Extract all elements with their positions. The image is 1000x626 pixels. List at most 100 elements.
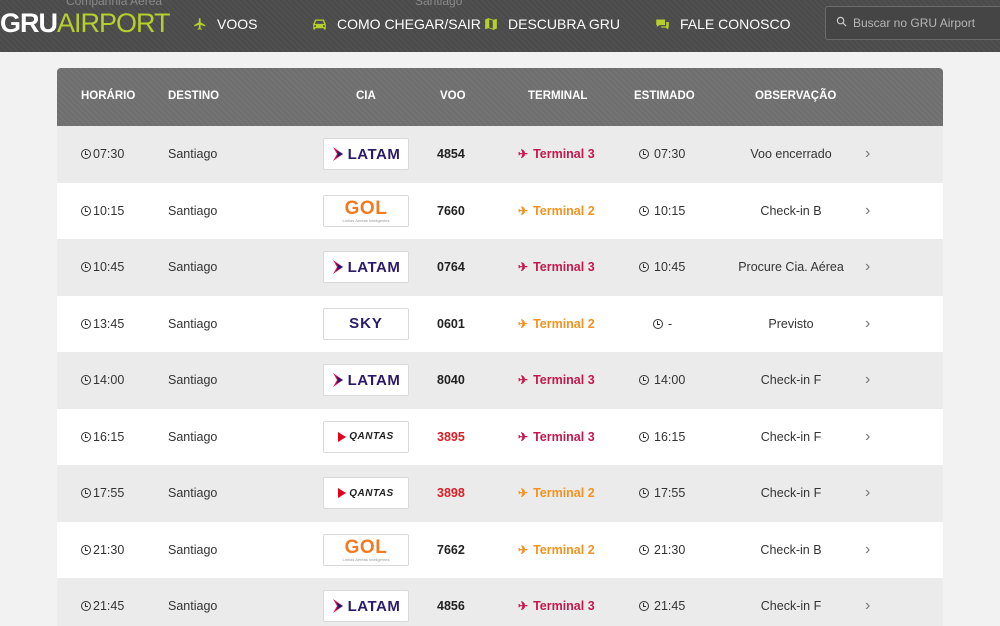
chevron-right-icon[interactable]: › bbox=[865, 484, 870, 502]
estimated-time: 16:15 bbox=[654, 429, 686, 444]
chevron-right-icon[interactable]: › bbox=[865, 315, 870, 333]
flight-number: 4856 bbox=[437, 599, 465, 614]
kangaroo-icon bbox=[338, 431, 347, 442]
estimated-time: 10:45 bbox=[654, 260, 686, 275]
terminal: Terminal 3 bbox=[533, 429, 595, 444]
observation: Previsto bbox=[768, 316, 814, 331]
airline-logo-qantas: QANTAS bbox=[323, 477, 409, 510]
destination: Santiago bbox=[168, 599, 218, 614]
flight-number: 7662 bbox=[437, 542, 465, 557]
airplane-icon: ✈ bbox=[518, 429, 529, 444]
terminal: Terminal 2 bbox=[533, 203, 595, 218]
terminal: Terminal 3 bbox=[533, 373, 595, 388]
destination: Santiago bbox=[168, 316, 218, 331]
clock-icon bbox=[639, 375, 649, 386]
clock-icon bbox=[639, 601, 649, 612]
chevron-right-icon[interactable]: › bbox=[865, 428, 870, 446]
departure-time: 13:45 bbox=[93, 316, 125, 331]
airplane-icon: ✈ bbox=[518, 260, 529, 275]
observation: Check-in F bbox=[760, 429, 822, 444]
table-row[interactable]: 10:15 Santiago GOL Linhas Aéreas Intelige… bbox=[57, 182, 943, 239]
table-row[interactable]: 07:30 Santiago LATAM 4854 ✈ Terminal 3 07… bbox=[57, 126, 943, 183]
airplane-icon: ✈ bbox=[518, 486, 529, 501]
flight-number: 7660 bbox=[437, 203, 465, 218]
chevron-right-icon[interactable]: › bbox=[865, 258, 870, 276]
nav-voos-label: VOOS bbox=[217, 16, 258, 32]
clock-icon bbox=[639, 544, 649, 555]
nav-como-chegar-label: COMO CHEGAR/SAIR bbox=[337, 16, 481, 32]
airline-filter-ghost: Companhia Aérea bbox=[66, 0, 163, 8]
table-row[interactable]: 10:45 Santiago LATAM 0764 ✈ Terminal 3 10… bbox=[57, 239, 943, 296]
observation: Check-in B bbox=[760, 542, 822, 557]
destination: Santiago bbox=[168, 147, 218, 162]
airline-logo-latam: LATAM bbox=[323, 590, 409, 623]
flight-number: 8040 bbox=[437, 373, 465, 388]
clock-icon bbox=[639, 431, 649, 442]
table-row[interactable]: 21:30 Santiago GOL Linhas Aéreas Intelige… bbox=[57, 521, 943, 578]
departure-time: 21:30 bbox=[93, 542, 125, 557]
terminal: Terminal 3 bbox=[533, 147, 595, 162]
chevron-right-icon[interactable]: › bbox=[865, 597, 870, 615]
observation: Check-in B bbox=[760, 203, 822, 218]
col-terminal: TERMINAL bbox=[528, 90, 588, 102]
gru-airport-logo[interactable]: GRUAIRPORT bbox=[0, 8, 171, 38]
flight-board: HORÁRIO DESTINO CIA VOO TERMINAL ESTIMAD… bbox=[57, 68, 943, 626]
estimated-time: 07:30 bbox=[654, 147, 686, 162]
terminal: Terminal 2 bbox=[533, 486, 595, 501]
search-input[interactable] bbox=[853, 16, 993, 30]
destination: Santiago bbox=[168, 429, 218, 444]
terminal: Terminal 3 bbox=[533, 260, 595, 275]
terminal: Terminal 2 bbox=[533, 316, 595, 331]
departure-time: 21:45 bbox=[93, 599, 125, 614]
airplane-icon: ✈ bbox=[518, 373, 529, 388]
clock-icon bbox=[639, 205, 649, 216]
nav-descubra-gru[interactable]: DESCUBRA GRU bbox=[484, 14, 620, 34]
col-estimado: ESTIMADO bbox=[634, 90, 695, 102]
departure-time: 07:30 bbox=[93, 147, 125, 162]
flight-number: 3898 bbox=[437, 486, 465, 501]
nav-voos[interactable]: VOOS bbox=[193, 14, 257, 34]
airline-logo-qantas: QANTAS bbox=[323, 420, 409, 453]
airline-logo-gol: GOL Linhas Aéreas Inteligentes bbox=[323, 194, 409, 227]
destination: Santiago bbox=[168, 260, 218, 275]
table-row[interactable]: 13:45 Santiago SKY 0601 ✈ Terminal 2 - Pr… bbox=[57, 295, 943, 352]
table-header: HORÁRIO DESTINO CIA VOO TERMINAL ESTIMAD… bbox=[57, 68, 943, 126]
airplane-icon: ✈ bbox=[518, 599, 529, 614]
terminal: Terminal 3 bbox=[533, 599, 595, 614]
clock-icon bbox=[81, 262, 91, 273]
chevron-right-icon[interactable]: › bbox=[865, 541, 870, 559]
table-row[interactable]: 14:00 Santiago LATAM 8040 ✈ Terminal 3 14… bbox=[57, 352, 943, 409]
departure-time: 10:45 bbox=[93, 260, 125, 275]
clock-icon bbox=[81, 205, 91, 216]
flight-number: 3895 bbox=[437, 429, 465, 444]
chevron-right-icon[interactable]: › bbox=[865, 202, 870, 220]
estimated-time: - bbox=[668, 316, 673, 331]
nav-como-chegar-sair[interactable]: COMO CHEGAR/SAIR bbox=[312, 14, 481, 34]
clock-icon bbox=[81, 318, 91, 329]
airplane-icon: ✈ bbox=[518, 147, 529, 162]
flight-number: 4854 bbox=[437, 147, 465, 162]
clock-icon bbox=[639, 262, 649, 273]
estimated-time: 17:55 bbox=[654, 486, 686, 501]
table-row[interactable]: 16:15 Santiago QANTAS 3895 ✈ Terminal 3 1… bbox=[57, 408, 943, 465]
clock-icon bbox=[81, 544, 91, 555]
clock-icon bbox=[81, 488, 91, 499]
search-box[interactable] bbox=[825, 6, 1000, 40]
nav-fale-conosco[interactable]: FALE CONOSCO bbox=[655, 14, 790, 34]
flight-number: 0764 bbox=[437, 260, 465, 275]
departure-time: 17:55 bbox=[93, 486, 125, 501]
airline-logo-latam: LATAM bbox=[323, 138, 409, 171]
chevron-right-icon[interactable]: › bbox=[865, 145, 870, 163]
airplane-icon: ✈ bbox=[518, 542, 529, 557]
destination: Santiago bbox=[168, 542, 218, 557]
nav-fale-conosco-label: FALE CONOSCO bbox=[680, 16, 791, 32]
table-row[interactable]: 21:45 Santiago LATAM 4856 ✈ Terminal 3 21… bbox=[57, 578, 943, 626]
departure-time: 10:15 bbox=[93, 203, 125, 218]
airline-logo-latam: LATAM bbox=[323, 364, 409, 397]
table-row[interactable]: 17:55 Santiago QANTAS 3898 ✈ Terminal 2 1… bbox=[57, 465, 943, 522]
destination: Santiago bbox=[168, 373, 218, 388]
clock-icon bbox=[81, 601, 91, 612]
estimated-time: 21:45 bbox=[654, 599, 686, 614]
departure-time: 16:15 bbox=[93, 429, 125, 444]
chevron-right-icon[interactable]: › bbox=[865, 371, 870, 389]
